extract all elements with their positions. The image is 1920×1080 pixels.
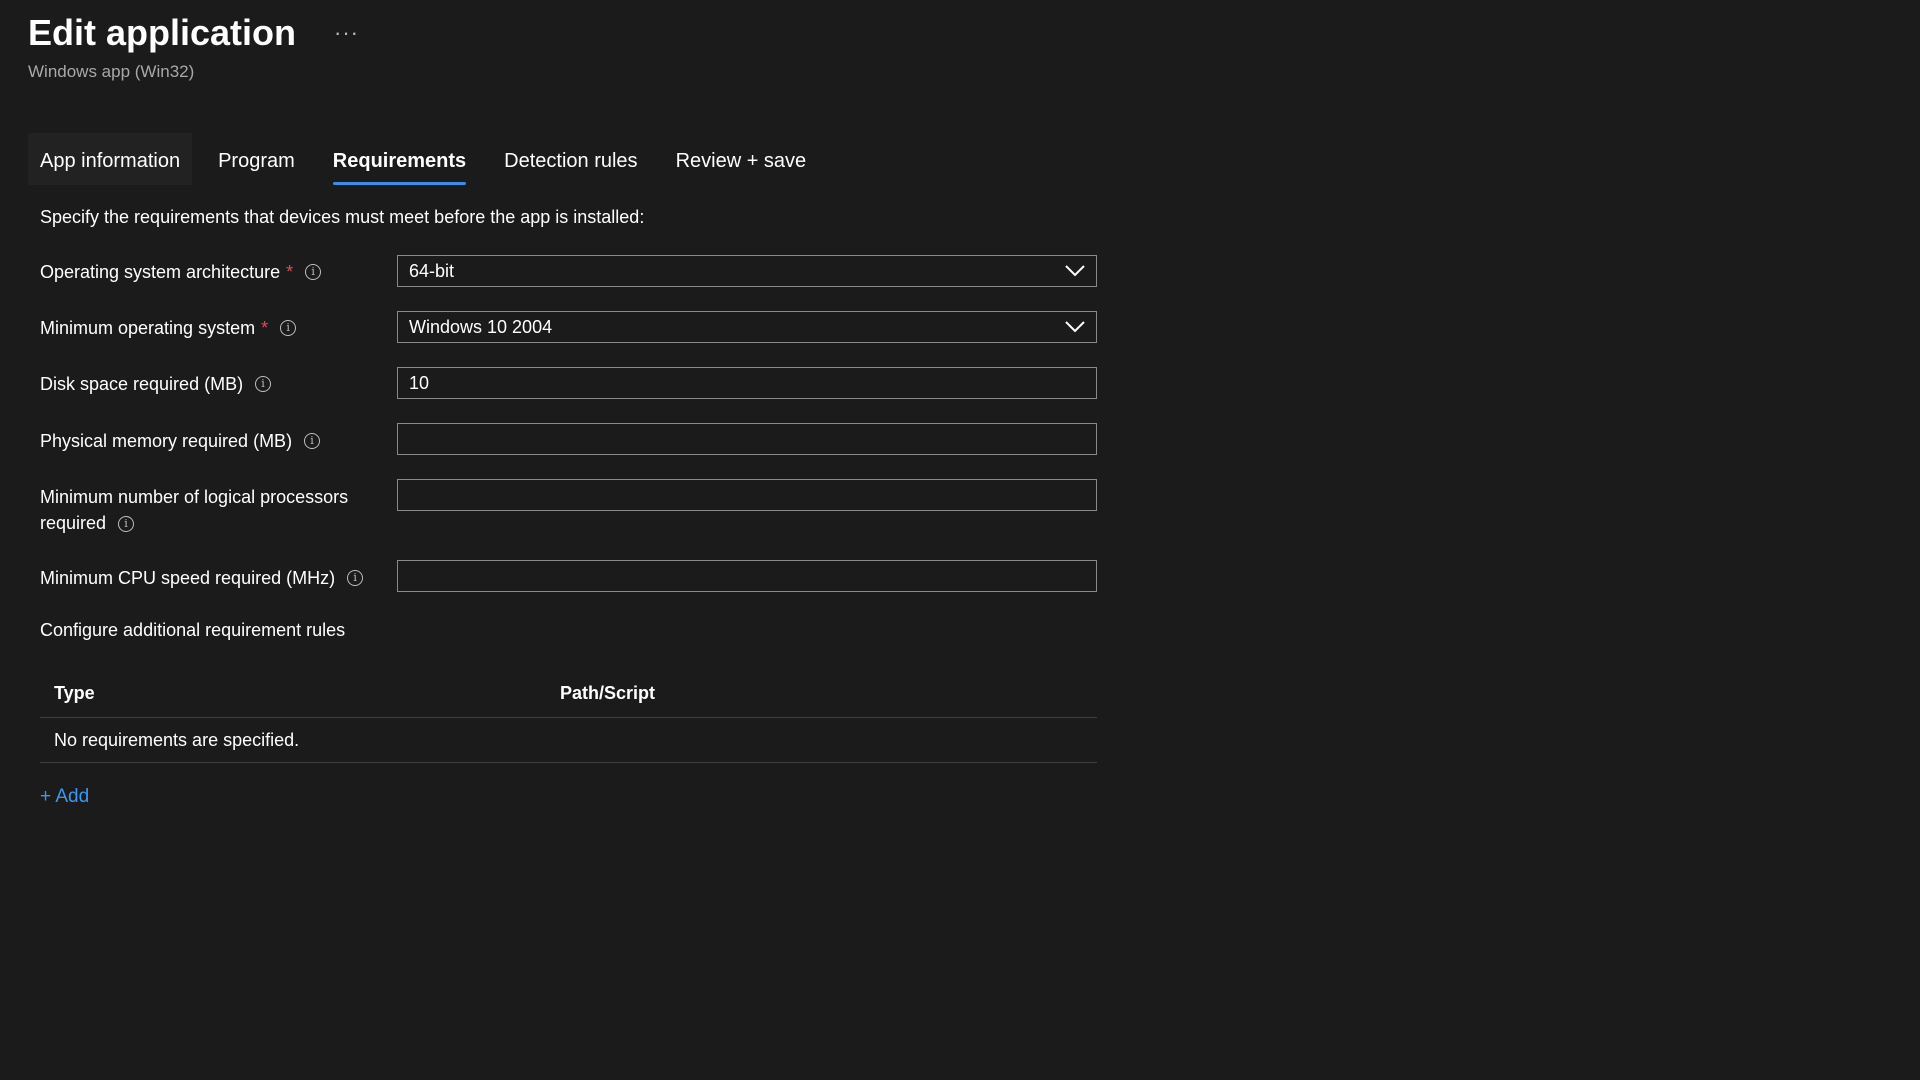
add-requirement-link[interactable]: + Add <box>40 786 89 808</box>
disk-space-row: Disk space required (MB) i <box>40 371 397 397</box>
physical-memory-input[interactable] <box>409 428 1085 450</box>
requirements-intro: Specify the requirements that devices mu… <box>40 207 645 227</box>
tab-requirements[interactable]: Requirements <box>321 133 478 185</box>
tab-app-information[interactable]: App information <box>28 133 193 185</box>
os-architecture-label: Operating system architecture <box>40 262 281 282</box>
cpu-speed-label: Minimum CPU speed required (MHz) <box>40 568 336 588</box>
required-indicator: * <box>286 262 294 282</box>
cpu-speed-row: Minimum CPU speed required (MHz) i <box>40 565 397 591</box>
info-icon[interactable]: i <box>305 264 322 280</box>
title-row: Edit application ··· <box>28 10 363 56</box>
table-header: Type Path/Script <box>40 670 1097 718</box>
logical-processors-row: Minimum number of logical processors req… <box>40 484 370 536</box>
page-subtitle: Windows app (Win32) <box>28 62 195 81</box>
disk-space-label-group: Disk space required (MB) i <box>40 371 397 397</box>
chevron-down-icon <box>1065 265 1085 277</box>
min-os-value: Windows 10 2004 <box>409 316 553 337</box>
tab-detection-rules[interactable]: Detection rules <box>492 133 649 185</box>
os-architecture-row: Operating system architecture * i <box>40 259 397 285</box>
logical-processors-input[interactable] <box>409 484 1085 506</box>
logical-processors-label-group: Minimum number of logical processors req… <box>40 484 370 536</box>
physical-memory-row: Physical memory required (MB) i <box>40 428 397 454</box>
min-os-label: Minimum operating system <box>40 318 256 338</box>
disk-space-input[interactable] <box>409 372 1085 394</box>
os-architecture-value: 64-bit <box>409 260 455 281</box>
chevron-down-icon <box>1065 321 1085 333</box>
tab-review-save[interactable]: Review + save <box>664 133 819 185</box>
os-architecture-dropdown[interactable]: 64-bit <box>397 255 1097 287</box>
empty-message: No requirements are specified. <box>54 729 300 750</box>
additional-rules-title: Configure additional requirement rules <box>40 620 346 640</box>
more-options-button[interactable]: ··· <box>330 22 363 44</box>
cpu-speed-input-box <box>397 560 1097 592</box>
info-icon[interactable]: i <box>280 320 297 336</box>
table-row: No requirements are specified. <box>40 718 1097 763</box>
required-indicator: * <box>261 318 269 338</box>
info-icon[interactable]: i <box>118 516 135 533</box>
tab-program[interactable]: Program <box>206 133 307 185</box>
tab-bar: App information Program Requirements Det… <box>28 133 818 185</box>
edit-application-page: Edit application ··· Windows app (Win32)… <box>0 0 1920 1080</box>
column-header-path-script: Path/Script <box>560 683 656 703</box>
page-title: Edit application <box>28 12 297 53</box>
logical-processors-label: Minimum number of logical processors req… <box>40 487 349 533</box>
disk-space-label: Disk space required (MB) <box>40 374 244 394</box>
physical-memory-label-group: Physical memory required (MB) i <box>40 428 397 454</box>
os-architecture-label-group: Operating system architecture * i <box>40 259 397 285</box>
column-header-type: Type <box>54 683 95 703</box>
physical-memory-input-box <box>397 423 1097 455</box>
logical-processors-input-box <box>397 479 1097 511</box>
physical-memory-label: Physical memory required (MB) <box>40 431 293 451</box>
cpu-speed-input[interactable] <box>409 565 1085 587</box>
disk-space-input-box <box>397 367 1097 399</box>
page-header: Edit application ··· Windows app (Win32) <box>28 10 363 82</box>
info-icon[interactable]: i <box>255 376 272 392</box>
min-os-label-group: Minimum operating system * i <box>40 315 397 341</box>
requirement-rules-table: Type Path/Script No requirements are spe… <box>40 670 1097 763</box>
info-icon[interactable]: i <box>304 433 321 449</box>
cpu-speed-label-group: Minimum CPU speed required (MHz) i <box>40 565 397 591</box>
min-os-dropdown[interactable]: Windows 10 2004 <box>397 311 1097 343</box>
min-os-row: Minimum operating system * i <box>40 315 397 341</box>
info-icon[interactable]: i <box>347 570 364 586</box>
